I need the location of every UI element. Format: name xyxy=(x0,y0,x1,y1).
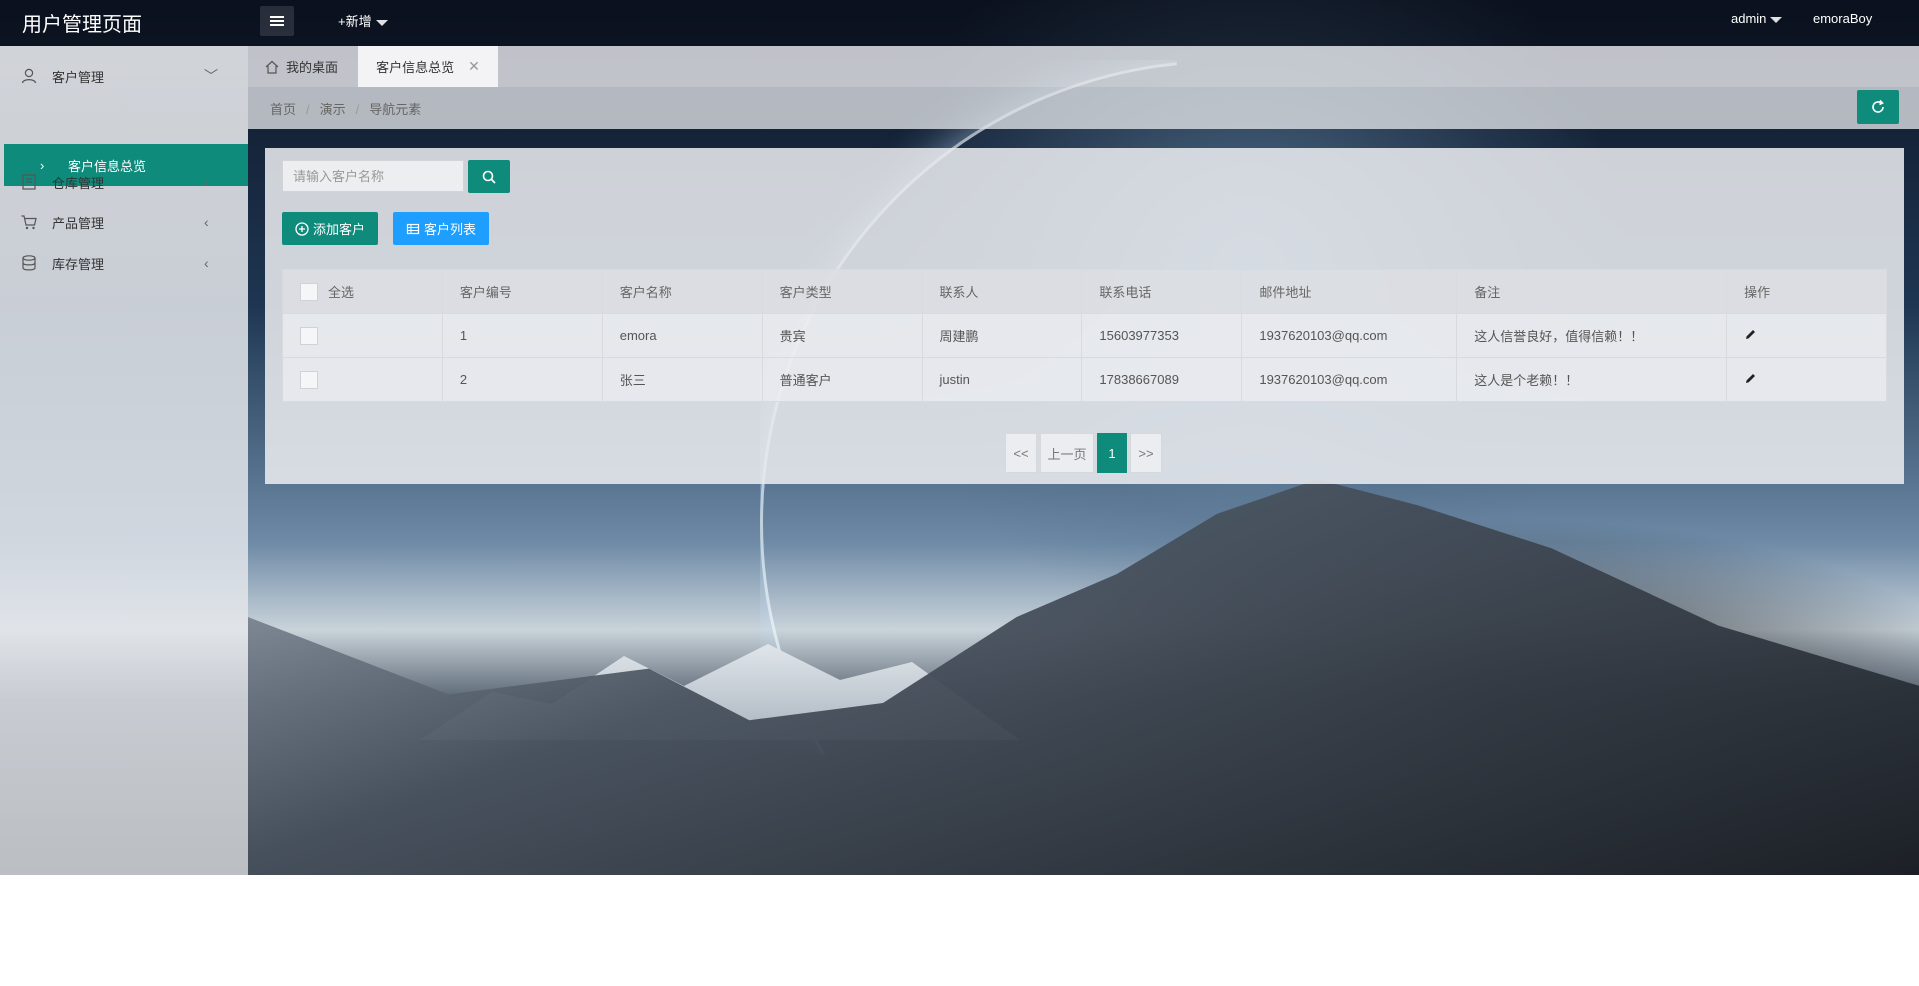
table-cell: 1937620103@qq.com xyxy=(1241,357,1458,402)
user-icon xyxy=(21,68,37,84)
table-cell: 17838667089 xyxy=(1081,357,1243,402)
chevron-left-icon: ‹ xyxy=(204,214,209,230)
sidebar-item-product[interactable]: 产品管理 ‹ xyxy=(0,202,248,242)
table-cell: 贵宾 xyxy=(761,313,923,358)
home-icon xyxy=(265,60,279,74)
row-select-cell xyxy=(282,357,443,402)
add-circle-icon xyxy=(295,221,309,236)
button-label: 客户列表 xyxy=(423,222,476,237)
new-label: +新增 xyxy=(338,14,372,29)
search-button[interactable] xyxy=(468,160,510,193)
user-menu-button[interactable]: admin xyxy=(1731,11,1783,26)
column-header: 客户类型 xyxy=(761,269,923,314)
hamburger-icon xyxy=(270,16,284,26)
table-cell: 周建鹏 xyxy=(921,313,1083,358)
database-icon xyxy=(22,255,36,271)
table-icon xyxy=(406,223,420,234)
tab-label: 客户信息总览 xyxy=(376,60,455,75)
refresh-icon xyxy=(1872,99,1884,113)
customer-list-button[interactable]: 客户列表 xyxy=(393,212,489,245)
select-all-checkbox[interactable] xyxy=(300,282,318,301)
tab-label: 我的桌面 xyxy=(286,60,339,75)
column-header: 邮件地址 xyxy=(1241,269,1458,314)
table-cell: emora xyxy=(601,313,763,358)
table-cell: 1937620103@qq.com xyxy=(1241,313,1458,358)
chevron-left-icon: ‹ xyxy=(204,255,209,271)
tab-customer-overview[interactable]: 客户信息总览 ✕ xyxy=(358,46,498,87)
table-cell: 2 xyxy=(441,357,603,402)
sidebar-item-label: 产品管理 xyxy=(52,215,105,231)
breadcrumb-item: 导航元素 xyxy=(369,102,422,117)
nickname-link[interactable]: emoraBoy xyxy=(1813,11,1872,26)
table-header-row: 全选 客户编号 客户名称 客户类型 联系人 联系电话 邮件地址 备注 操作 xyxy=(282,269,1887,314)
menu-toggle-button[interactable] xyxy=(260,6,294,36)
add-customer-button[interactable]: 添加客户 xyxy=(282,212,378,245)
edit-icon[interactable] xyxy=(1744,328,1757,341)
last-page-button[interactable]: >> xyxy=(1130,433,1162,473)
button-label: 添加客户 xyxy=(312,222,365,237)
column-header: 客户编号 xyxy=(441,269,603,314)
table-cell: 1 xyxy=(441,313,603,358)
user-name: admin xyxy=(1731,11,1767,26)
row-select-cell xyxy=(282,313,443,358)
sidebar-item-warehouse[interactable]: 仓库管理 ‹ xyxy=(0,162,248,202)
tab-my-desktop[interactable]: 我的桌面 xyxy=(264,46,338,87)
table-cell: 张三 xyxy=(601,357,763,402)
chevron-left-icon: ‹ xyxy=(204,174,209,190)
current-page[interactable]: 1 xyxy=(1097,433,1127,473)
breadcrumb: 首页 / 演示 / 导航元素 xyxy=(270,102,422,117)
first-page-button[interactable]: << xyxy=(1005,433,1037,473)
column-header: 操作 xyxy=(1726,269,1887,314)
table-cell: 这人是个老赖！！ xyxy=(1456,357,1728,402)
customer-table: 全选 客户编号 客户名称 客户类型 联系人 联系电话 邮件地址 备注 操作 1 … xyxy=(282,269,1887,402)
column-header: 联系人 xyxy=(921,269,1083,314)
table-cell: 这人信誉良好，值得信赖！！ xyxy=(1456,313,1728,358)
table-cell: justin xyxy=(921,357,1083,402)
row-checkbox[interactable] xyxy=(300,370,318,389)
main-panel: 添加客户 客户列表 全选 客户编号 客户名称 客户类型 联系人 联系电话 xyxy=(265,148,1904,484)
chevron-down-icon: ﹀ xyxy=(204,68,218,84)
tab-bar: 我的桌面 客户信息总览 ✕ xyxy=(248,46,1919,87)
table-cell: 普通客户 xyxy=(761,357,923,402)
caret-down-icon xyxy=(1770,16,1783,23)
row-checkbox[interactable] xyxy=(300,326,318,345)
select-all-label: 全选 xyxy=(328,285,355,300)
table-cell: 15603977353 xyxy=(1081,313,1243,358)
sidebar-item-inventory[interactable]: 库存管理 ‹ xyxy=(0,243,248,283)
column-header: 备注 xyxy=(1456,269,1728,314)
breadcrumb-item[interactable]: 演示 xyxy=(320,102,346,117)
edit-icon[interactable] xyxy=(1744,372,1757,385)
action-cell xyxy=(1726,313,1887,358)
warehouse-icon xyxy=(22,174,36,190)
breadcrumb-bar: 首页 / 演示 / 导航元素 xyxy=(248,87,1919,129)
sidebar-item-label: 客户管理 xyxy=(52,69,105,85)
caret-down-icon xyxy=(375,19,388,26)
sidebar-item-customer[interactable]: 客户管理 ﹀ xyxy=(0,56,248,96)
sidebar: 客户管理 ﹀ › 客户信息总览 仓库管理 ‹ 产品管理 ‹ 库存管理 ‹ xyxy=(0,46,248,875)
refresh-button[interactable] xyxy=(1857,90,1899,124)
table-row: 1 emora 贵宾 周建鹏 15603977353 1937620103@qq… xyxy=(282,313,1887,358)
sidebar-item-label: 仓库管理 xyxy=(52,175,105,191)
search-icon xyxy=(482,170,496,184)
breadcrumb-item[interactable]: 首页 xyxy=(270,102,296,117)
action-cell xyxy=(1726,357,1887,402)
close-icon[interactable]: ✕ xyxy=(468,58,480,75)
prev-page-button[interactable]: 上一页 xyxy=(1040,433,1094,473)
column-header: 客户名称 xyxy=(601,269,763,314)
cart-icon xyxy=(21,215,37,230)
select-all-header: 全选 xyxy=(282,269,443,314)
sidebar-item-label: 库存管理 xyxy=(52,256,105,272)
app-title: 用户管理页面 xyxy=(22,14,142,36)
top-header: 用户管理页面 +新增 admin emoraBoy xyxy=(0,0,1919,46)
new-menu-button[interactable]: +新增 xyxy=(338,11,388,30)
search-input[interactable] xyxy=(282,160,464,192)
column-header: 联系电话 xyxy=(1081,269,1243,314)
table-row: 2 张三 普通客户 justin 17838667089 1937620103@… xyxy=(282,357,1887,402)
